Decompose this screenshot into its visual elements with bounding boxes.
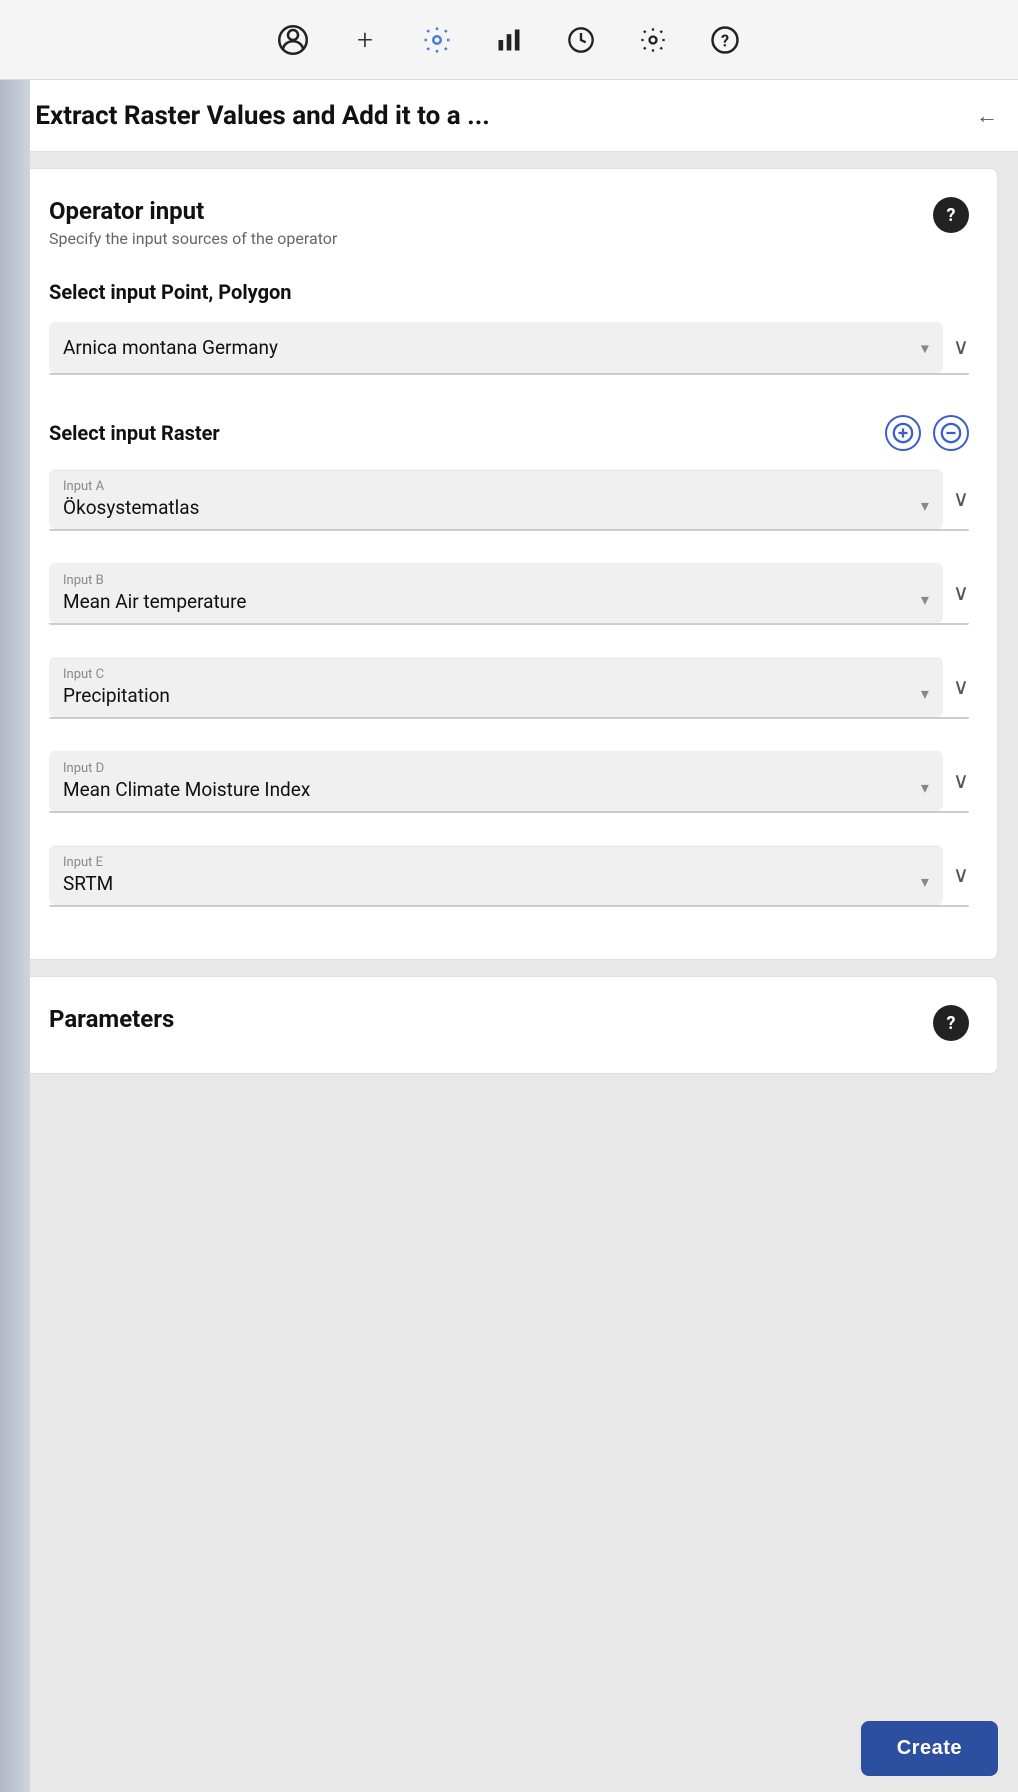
help-toolbar-icon[interactable]: ? [707,22,743,58]
raster-input-d-select[interactable]: Input D Mean Climate Moisture Index ▾ [49,751,943,811]
breadcrumb-title: Extract Raster Values and Add it to a ..… [35,101,966,131]
raster-input-d-arrow: ▾ [921,778,929,797]
point-polygon-chevron-icon[interactable]: ∨ [953,335,969,360]
raster-input-e-chevron[interactable]: ∨ [953,863,969,888]
raster-input-d-label: Input D [63,761,929,776]
raster-input-e-value: SRTM [63,872,929,895]
operator-input-title: Operator input [49,197,337,225]
raster-input-c-label: Input C [63,667,929,682]
point-polygon-select[interactable]: Arnica montana Germany ▾ [49,322,943,373]
user-icon[interactable] [275,22,311,58]
point-polygon-value: Arnica montana Germany [63,336,278,359]
raster-input-e-select[interactable]: Input E SRTM ▾ [49,845,943,905]
raster-input-a-arrow: ▾ [921,496,929,515]
raster-input-b-arrow: ▾ [921,590,929,609]
breadcrumb-back-button[interactable]: ← [976,103,998,129]
add-raster-icon[interactable] [885,415,921,451]
raster-input-a-chevron[interactable]: ∨ [953,487,969,512]
chart-icon[interactable] [491,22,527,58]
raster-input-e-arrow: ▾ [921,872,929,891]
raster-input-b-select[interactable]: Input B Mean Air temperature ▾ [49,563,943,623]
plus-icon[interactable]: + [347,22,383,58]
raster-input-d-chevron[interactable]: ∨ [953,769,969,794]
parameters-help-icon[interactable]: ? [933,1005,969,1041]
raster-input-c-container: Input C Precipitation ▾ ∨ [49,657,969,719]
raster-input-a-value: Ökosystematlas [63,496,929,519]
create-button-container: Create [0,1705,1018,1792]
raster-input-c-chevron[interactable]: ∨ [953,675,969,700]
point-polygon-label: Select input Point, Polygon [49,280,969,304]
point-polygon-dropdown-arrow: ▾ [921,338,929,357]
raster-input-c-arrow: ▾ [921,684,929,703]
raster-input-b-value: Mean Air temperature [63,590,929,613]
raster-input-e-container: Input E SRTM ▾ ∨ [49,845,969,907]
raster-inputs-list: Input A Ökosystematlas ▾ ∨ Input B Mean … [49,469,969,907]
raster-input-b-label: Input B [63,573,929,588]
left-sidebar-bg [0,80,30,1792]
raster-input-a-label: Input A [63,479,929,494]
gear-icon[interactable] [635,22,671,58]
parameters-card: Parameters ? [20,976,998,1074]
point-polygon-select-container: Arnica montana Germany ▾ ∨ [49,322,969,375]
settings-animated-icon[interactable] [419,22,455,58]
operator-help-icon[interactable]: ? [933,197,969,233]
raster-input-d-value: Mean Climate Moisture Index [63,778,929,801]
raster-section-label: Select input Raster [49,421,220,445]
raster-input-e-label: Input E [63,855,929,870]
clock-icon[interactable] [563,22,599,58]
parameters-title: Parameters [49,1005,174,1033]
operator-input-card: Operator input Specify the input sources… [20,168,998,960]
raster-input-c-value: Precipitation [63,684,929,707]
raster-input-a-container: Input A Ökosystematlas ▾ ∨ [49,469,969,531]
svg-text:?: ? [721,31,729,50]
raster-input-c-select[interactable]: Input C Precipitation ▾ [49,657,943,717]
raster-input-d-container: Input D Mean Climate Moisture Index ▾ ∨ [49,751,969,813]
raster-input-b-container: Input B Mean Air temperature ▾ ∨ [49,563,969,625]
operator-input-subtitle: Specify the input sources of the operato… [49,229,337,248]
breadcrumb: › Extract Raster Values and Add it to a … [0,80,1018,152]
create-button[interactable]: Create [861,1721,998,1776]
remove-raster-icon[interactable] [933,415,969,451]
raster-input-b-chevron[interactable]: ∨ [953,581,969,606]
raster-input-a-select[interactable]: Input A Ökosystematlas ▾ [49,469,943,529]
toolbar: + [0,0,1018,80]
